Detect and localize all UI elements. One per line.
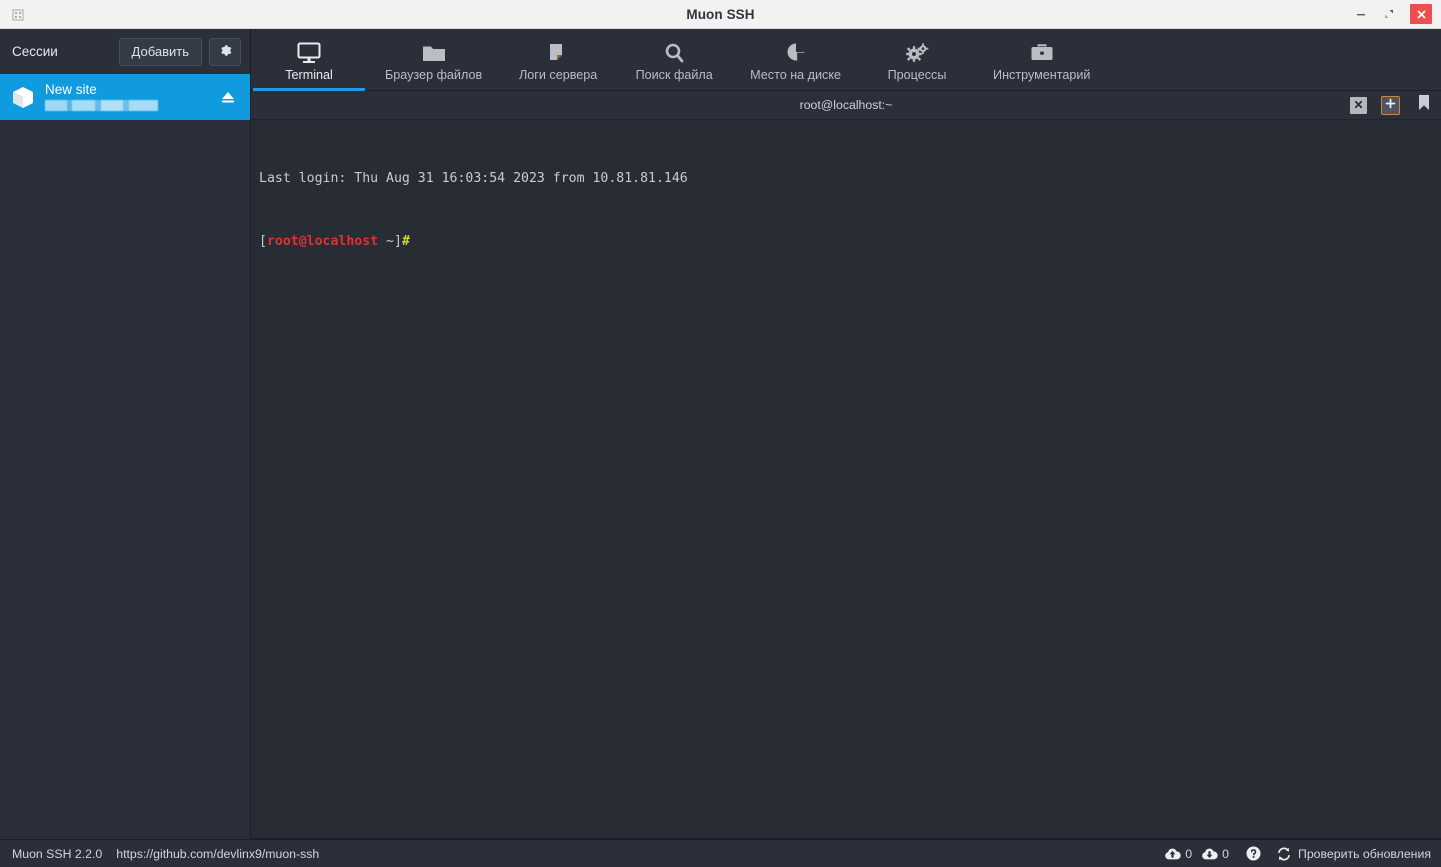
search-icon	[661, 38, 687, 64]
tab-file-browser-label: Браузер файлов	[385, 67, 483, 82]
check-updates-label: Проверить обновления	[1297, 846, 1431, 861]
tab-server-logs[interactable]: Логи сервера	[500, 29, 616, 90]
upload-counter[interactable]: 0	[1164, 847, 1192, 861]
eject-icon[interactable]	[218, 87, 238, 107]
gears-icon	[904, 38, 930, 64]
briefcase-icon	[1029, 38, 1055, 64]
sidebar-header: Сессии Добавить	[0, 29, 250, 74]
session-item-new-site[interactable]: New site	[0, 74, 250, 120]
prompt-bracket-open: [	[259, 234, 267, 249]
app-version: Muon SSH 2.2.0	[12, 846, 103, 861]
app-window: Muon SSH Сессии Добавить New site Termin…	[0, 0, 1441, 867]
sidebar-title: Сессии	[12, 44, 58, 59]
close-button[interactable]	[1410, 4, 1432, 24]
cloud-upload-icon	[1164, 847, 1181, 861]
tab-disk-space-label: Место на диске	[750, 67, 842, 82]
refresh-icon	[1276, 846, 1292, 862]
tab-server-logs-label: Логи сервера	[519, 67, 598, 82]
help-circle-icon[interactable]	[1246, 846, 1261, 861]
pie-chart-icon	[783, 38, 809, 64]
prompt-symbol: #	[401, 234, 410, 249]
tab-toolkit[interactable]: Инструментарий	[975, 29, 1108, 90]
status-right: 0 0 Проверить обновления	[1164, 846, 1431, 862]
prompt-path: ~]	[378, 234, 402, 249]
close-icon	[1354, 96, 1363, 114]
session-name: New site	[45, 82, 97, 98]
session-list: New site	[0, 74, 250, 839]
terminal-tab-actions	[1350, 91, 1433, 119]
tab-file-browser[interactable]: Браузер файлов	[367, 29, 500, 90]
window-controls	[1348, 0, 1437, 28]
session-subtitle-redacted	[45, 99, 158, 111]
terminal-screen[interactable]: Last login: Thu Aug 31 16:03:54 2023 fro…	[251, 119, 1441, 839]
status-bar: Muon SSH 2.2.0 https://github.com/devlin…	[0, 839, 1441, 867]
main-body: Сессии Добавить New site Terminal Браузе…	[0, 29, 1441, 839]
project-url[interactable]: https://github.com/devlinx9/muon-ssh	[116, 847, 319, 861]
download-count: 0	[1222, 846, 1229, 861]
terminal-line: Last login: Thu Aug 31 16:03:54 2023 fro…	[259, 171, 688, 186]
tab-disk-space[interactable]: Место на диске	[732, 29, 859, 90]
toolbar-tabs: Terminal Браузер файлов Логи сервера Пои…	[251, 29, 1441, 91]
tab-terminal[interactable]: Terminal	[251, 29, 367, 91]
terminal-prompt-line: [root@localhost ~]#	[259, 231, 1433, 252]
window-title: Muon SSH	[686, 6, 755, 22]
tab-processes-label: Процессы	[887, 67, 947, 82]
terminal-tabbar: root@localhost:~	[251, 91, 1441, 119]
monitor-icon	[296, 38, 322, 64]
tab-terminal-label: Terminal	[285, 67, 333, 82]
session-texts: New site	[45, 82, 218, 111]
cloud-download-icon	[1201, 847, 1218, 861]
right-pane: Terminal Браузер файлов Логи сервера Пои…	[251, 29, 1441, 839]
download-counter[interactable]: 0	[1201, 847, 1229, 861]
add-session-button[interactable]: Добавить	[118, 37, 202, 66]
title-bar: Muon SSH	[0, 0, 1441, 29]
tab-file-search[interactable]: Поиск файла	[616, 29, 732, 90]
close-tab-button[interactable]	[1350, 96, 1367, 114]
bookmark-icon	[1417, 94, 1431, 116]
tab-toolkit-label: Инструментарий	[993, 67, 1091, 82]
new-tab-button[interactable]	[1381, 95, 1400, 115]
check-updates-button[interactable]: Проверить обновления	[1276, 846, 1431, 862]
sidebar: Сессии Добавить New site	[0, 29, 251, 839]
terminal-tab-title: root@localhost:~	[799, 98, 893, 112]
gear-icon	[219, 44, 232, 60]
document-icon	[545, 38, 571, 64]
tab-processes[interactable]: Процессы	[859, 29, 975, 90]
folder-icon	[421, 38, 447, 64]
sidebar-settings-button[interactable]	[209, 37, 241, 66]
app-icon	[12, 8, 24, 21]
bookmark-button[interactable]	[1414, 94, 1433, 116]
upload-count: 0	[1185, 846, 1193, 861]
prompt-user-host: root@localhost	[266, 234, 379, 249]
restore-button[interactable]	[1376, 3, 1402, 25]
status-left: Muon SSH 2.2.0 https://github.com/devlin…	[12, 847, 319, 861]
minimize-button[interactable]	[1348, 3, 1374, 25]
cube-icon	[9, 83, 37, 111]
tab-file-search-label: Поиск файла	[635, 67, 713, 82]
plus-icon	[1385, 96, 1396, 114]
